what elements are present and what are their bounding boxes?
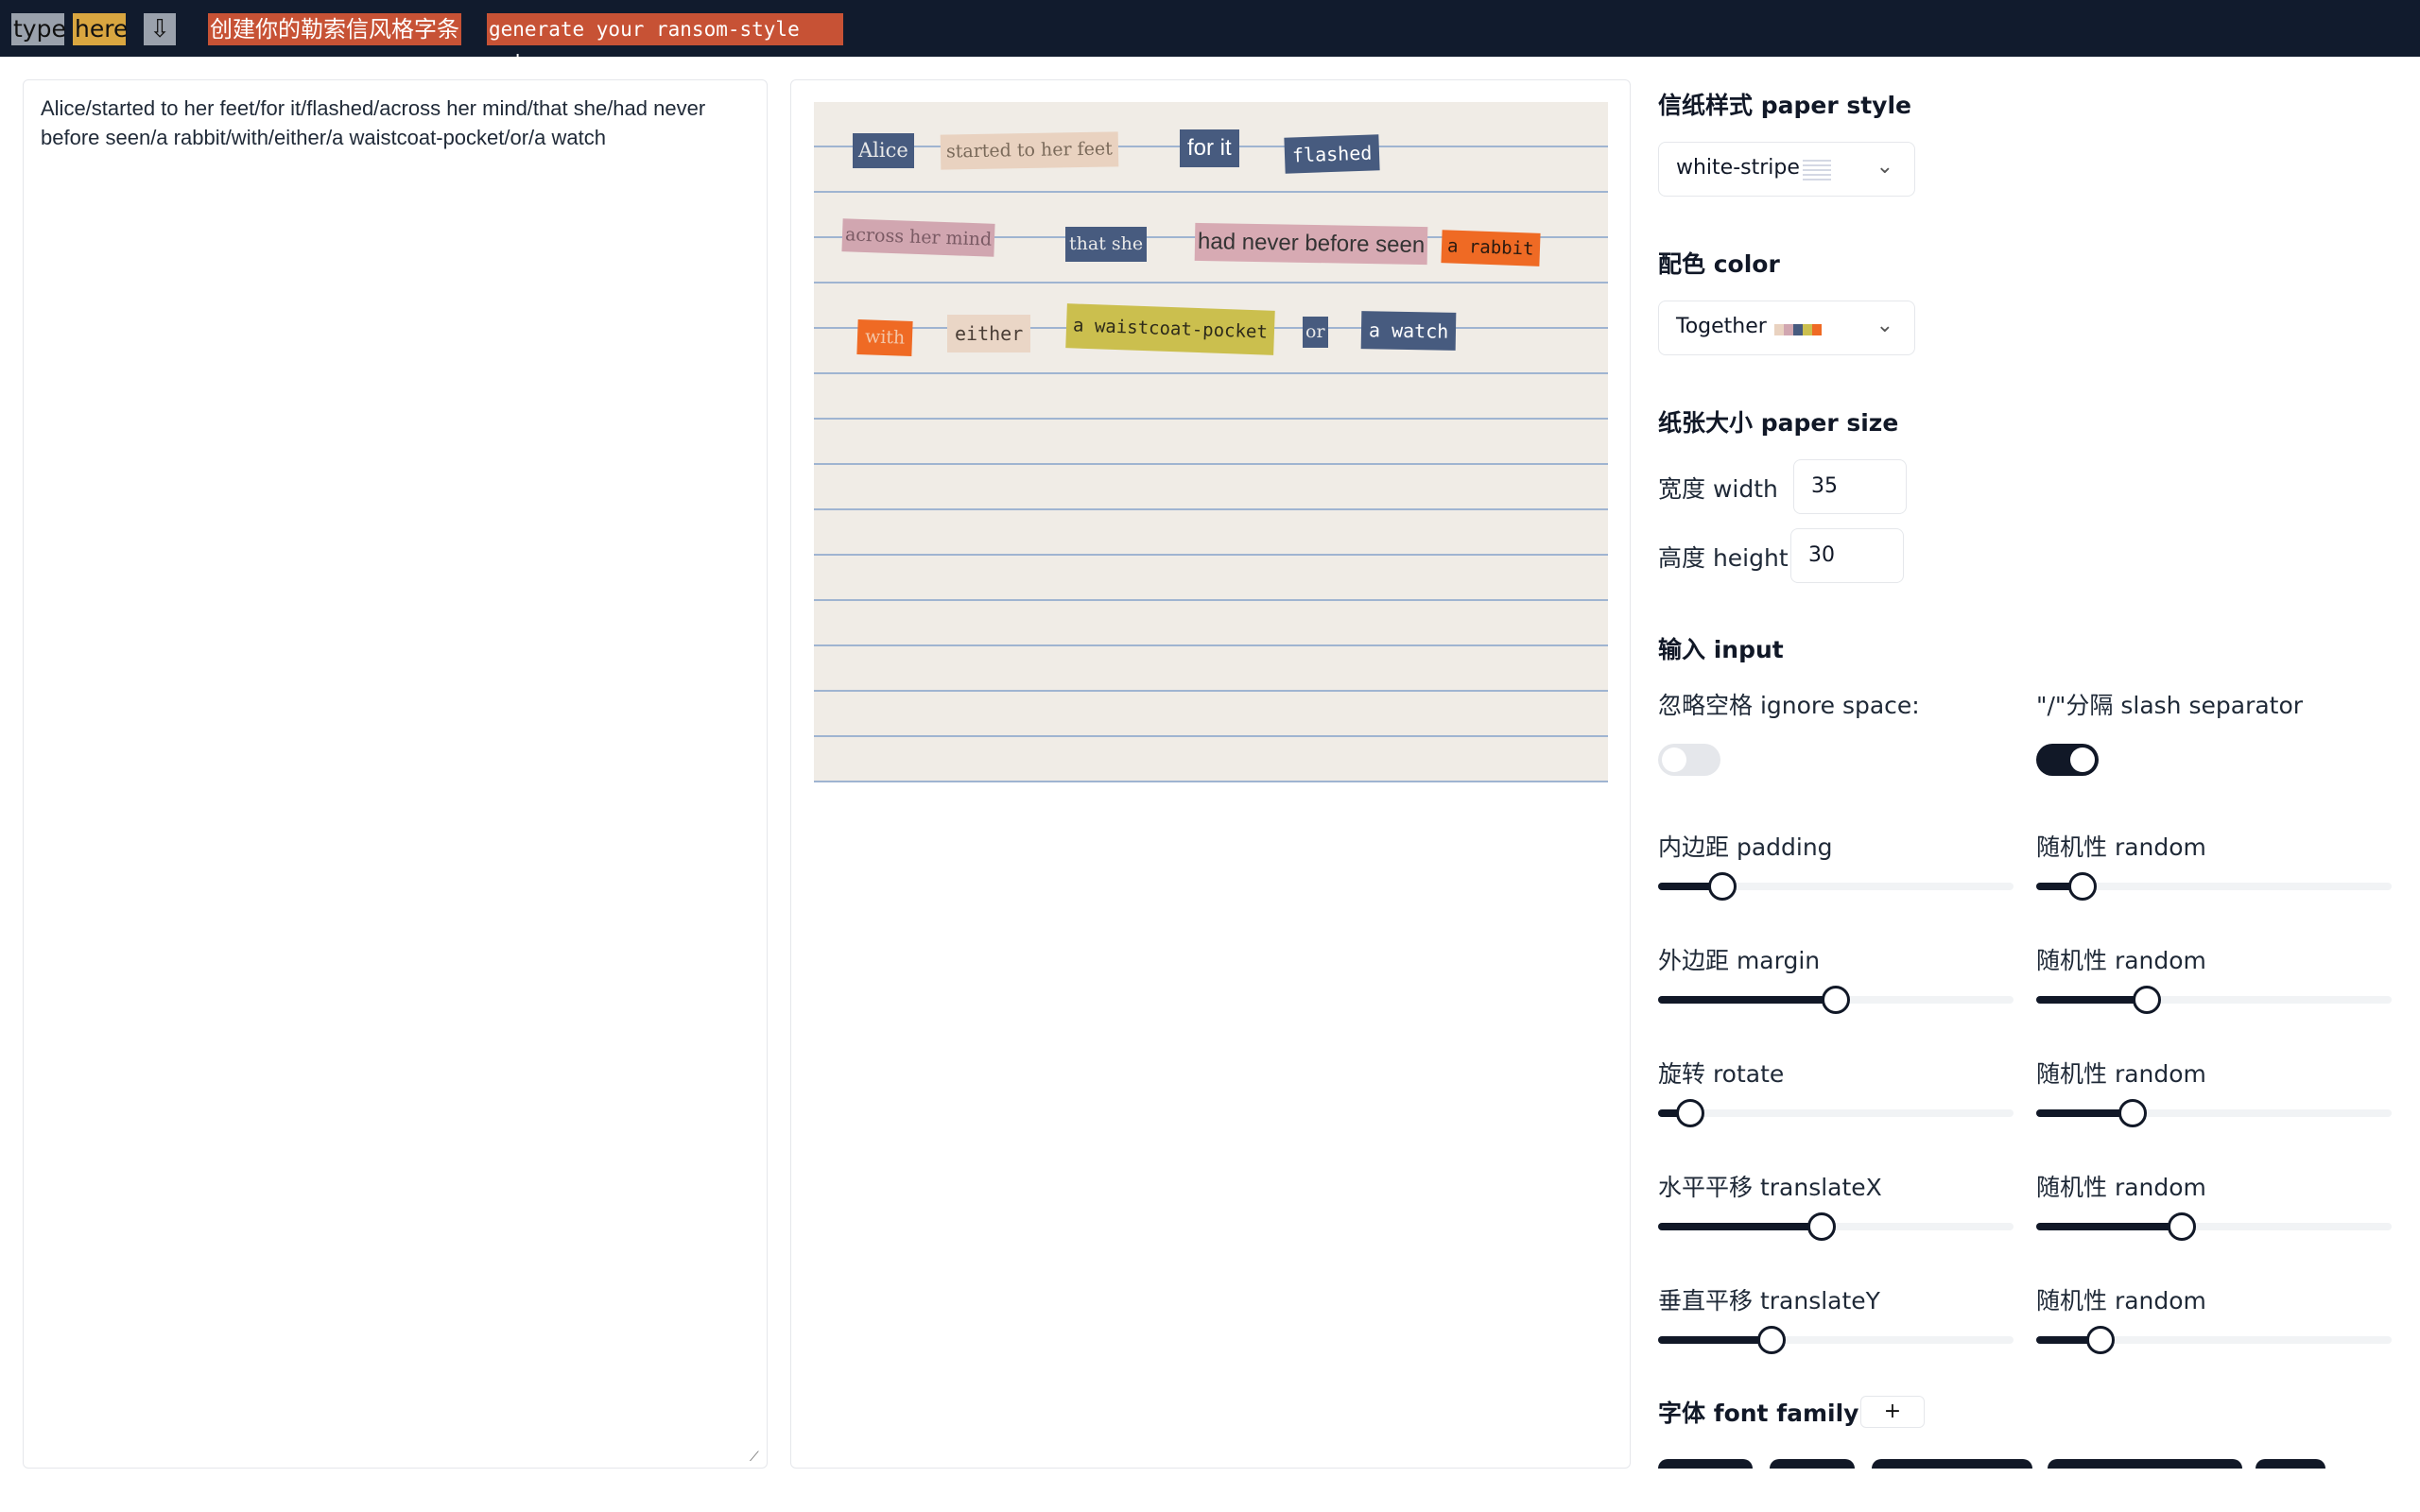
word-piece: for it	[1180, 129, 1239, 167]
word-piece: started to her feet	[940, 131, 1119, 170]
margin-label: 外边距 margin	[1658, 947, 1821, 974]
padding-slider[interactable]	[1658, 871, 2014, 901]
color-select[interactable]: Together ⌄	[1658, 301, 1915, 355]
margin-random-label: 随机性 random	[2036, 947, 2206, 974]
rotate-random-label: 随机性 random	[2036, 1060, 2206, 1088]
translatex-label: 水平平移 translateX	[1658, 1174, 1882, 1201]
add-font-button[interactable]: +	[1860, 1396, 1925, 1428]
translatex-random-slider[interactable]	[2036, 1211, 2392, 1241]
ignore-space-label: 忽略空格 ignore space:	[1658, 692, 1920, 719]
word-piece: across her mind	[841, 218, 995, 257]
word-piece: Alice	[853, 133, 914, 168]
controls-panel: 信纸样式 paper style white-stripe ⌄ 配色 color…	[1658, 79, 2401, 1469]
font-family-heading: 字体 font family	[1658, 1400, 1859, 1427]
logo-type: type	[11, 13, 66, 45]
padding-label: 内边距 padding	[1658, 833, 1833, 861]
word-piece: a rabbit	[1441, 230, 1541, 266]
chevron-down-icon: ⌄	[1876, 155, 1893, 179]
word-piece: or	[1303, 317, 1328, 348]
translatey-label: 垂直平移 translateY	[1658, 1287, 1880, 1314]
font-chip[interactable]	[2048, 1459, 2242, 1469]
rotate-slider[interactable]	[1658, 1098, 2014, 1127]
paper-style-value: white-stripe	[1676, 156, 1800, 180]
margin-slider[interactable]	[1658, 985, 2014, 1014]
color-heading: 配色 color	[1658, 250, 1780, 278]
margin-random-slider[interactable]	[2036, 985, 2392, 1014]
word-piece: either	[947, 315, 1031, 352]
title-zh: 创建你的勒索信风格字条	[208, 13, 461, 45]
rotate-random-slider[interactable]	[2036, 1098, 2392, 1127]
font-chip[interactable]	[1770, 1459, 1855, 1469]
paper-size-heading: 纸张大小 paper size	[1658, 409, 1899, 437]
resize-handle[interactable]: ⟋	[750, 1451, 763, 1464]
editor-panel: Alice/started to her feet/for it/flashed…	[23, 79, 768, 1469]
height-input[interactable]: 30	[1790, 528, 1904, 583]
translatex-slider[interactable]	[1658, 1211, 2014, 1241]
color-value: Together	[1676, 315, 1767, 338]
logo-here: here	[73, 13, 128, 45]
title-en: generate your ransom-style note	[487, 13, 843, 73]
word-piece: a waistcoat-pocket	[1065, 303, 1275, 355]
width-input[interactable]: 35	[1793, 459, 1907, 514]
word-piece: flashed	[1284, 134, 1380, 174]
padding-random-slider[interactable]	[2036, 871, 2392, 901]
slash-separator-label: "/"分隔 slash separator	[2036, 692, 2304, 719]
height-label: 高度 height	[1658, 544, 1789, 572]
font-chip[interactable]	[2256, 1459, 2325, 1469]
word-piece: a watch	[1360, 311, 1457, 351]
chevron-down-icon: ⌄	[1876, 314, 1893, 337]
rotate-label: 旋转 rotate	[1658, 1060, 1785, 1088]
text-input[interactable]: Alice/started to her feet/for it/flashed…	[24, 80, 767, 1468]
word-piece: had never before seen	[1194, 222, 1428, 266]
download-icon[interactable]: ⇩	[144, 13, 176, 45]
ignore-space-toggle[interactable]	[1658, 744, 1720, 776]
translatex-random-label: 随机性 random	[2036, 1174, 2206, 1201]
palette-swatch-icon	[1774, 324, 1822, 335]
font-chip[interactable]	[1872, 1459, 2032, 1469]
slash-separator-toggle[interactable]	[2036, 744, 2099, 776]
input-heading: 输入 input	[1658, 636, 1784, 663]
paper-style-select[interactable]: white-stripe ⌄	[1658, 142, 1915, 197]
translatey-random-label: 随机性 random	[2036, 1287, 2206, 1314]
width-label: 宽度 width	[1658, 475, 1778, 503]
word-piece: with	[856, 318, 913, 357]
padding-random-label: 随机性 random	[2036, 833, 2206, 861]
ransom-note-paper: Alice started to her feet for it flashed…	[814, 102, 1608, 782]
font-chip[interactable]	[1658, 1459, 1753, 1469]
translatey-random-slider[interactable]	[2036, 1325, 2392, 1354]
word-piece: that she	[1065, 227, 1148, 262]
translatey-slider[interactable]	[1658, 1325, 2014, 1354]
top-bar: type here ⇩ 创建你的勒索信风格字条 generate your ra…	[0, 0, 2420, 73]
stripe-swatch-icon	[1803, 160, 1831, 180]
paper-style-heading: 信纸样式 paper style	[1658, 92, 1912, 119]
